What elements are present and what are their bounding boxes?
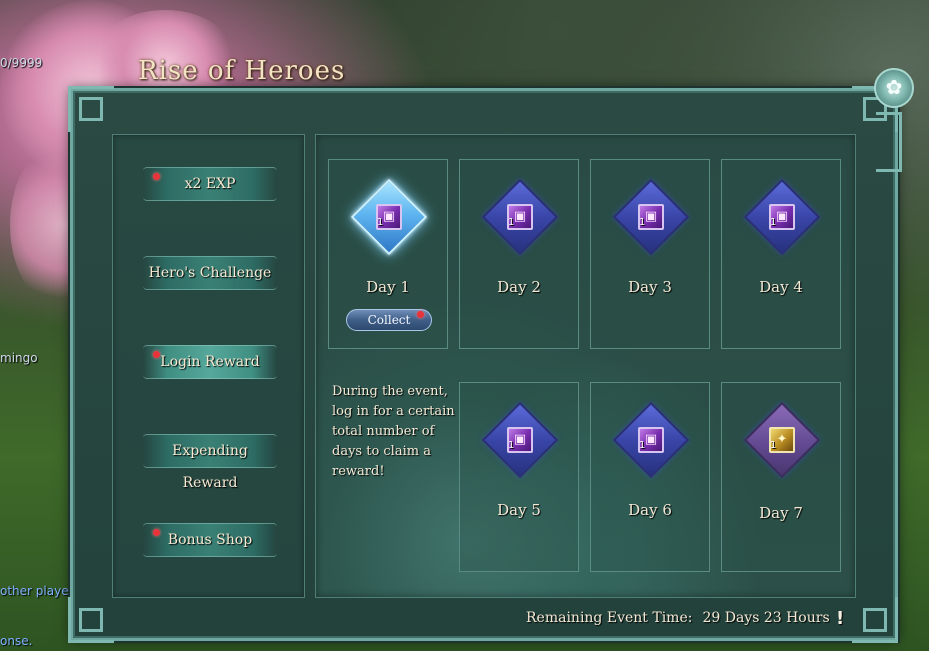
flower-close-icon[interactable]: ✿ [874, 68, 914, 108]
side-ornament [876, 112, 902, 172]
menu-item-label: Bonus Shop [167, 532, 253, 548]
day-label: Day 5 [497, 501, 541, 519]
menu-item-bonus-shop[interactable]: Bonus Shop [143, 523, 277, 557]
collect-label: Collect [367, 313, 411, 327]
collect-button[interactable]: Collect [346, 309, 432, 331]
corner-ornament [852, 597, 898, 643]
remaining-label: Remaining Event Time: [526, 610, 693, 626]
menu-item-label: Expending Reward [172, 443, 248, 491]
item-quantity: 1 [639, 217, 646, 228]
day-card-3[interactable]: ▣ 1 Day 3 [590, 159, 710, 349]
notification-dot [153, 529, 160, 536]
menu-item-heros-challenge[interactable]: Hero's Challenge [143, 256, 277, 290]
day-label: Day 3 [628, 278, 672, 296]
event-menu: x2 EXP Hero's Challenge Login Reward Exp… [112, 134, 305, 598]
corner-ornament [68, 86, 114, 132]
item-quantity: 1 [770, 217, 777, 228]
day-label: Day 1 [366, 278, 410, 296]
day-label: Day 6 [628, 501, 672, 519]
menu-item-login-reward[interactable]: Login Reward [143, 345, 277, 379]
corner-ornament [68, 597, 114, 643]
chat-line: onse. [0, 634, 33, 648]
info-icon[interactable]: ! [836, 608, 844, 629]
menu-item-label: Hero's Challenge [148, 265, 272, 281]
item-quantity: 1 [770, 440, 777, 451]
day-card-5[interactable]: ▣ 1 Day 5 [459, 382, 579, 572]
day-label: Day 2 [497, 278, 541, 296]
day-card-1[interactable]: ▣ 1 Day 1 Collect [328, 159, 448, 349]
menu-item-x2-exp[interactable]: x2 EXP [143, 167, 277, 201]
npc-name[interactable]: mingo [0, 351, 38, 365]
day-card-6[interactable]: ▣ 1 Day 6 [590, 382, 710, 572]
remaining-time: Remaining Event Time: 29 Days 23 Hours [526, 610, 830, 626]
day-card-4[interactable]: ▣ 1 Day 4 [721, 159, 841, 349]
menu-item-expending-reward[interactable]: Expending Reward [143, 434, 277, 491]
item-quantity: 1 [508, 440, 515, 451]
item-quantity: 1 [639, 440, 646, 451]
item-quantity: 1 [508, 217, 515, 228]
day-card-2[interactable]: ▣ 1 Day 2 [459, 159, 579, 349]
notification-dot [417, 311, 424, 318]
menu-item-label: x2 EXP [184, 176, 236, 192]
day-label: Day 7 [759, 504, 803, 522]
notification-dot [153, 351, 160, 358]
day-card-7[interactable]: ✦ 1 Day 7 [721, 382, 841, 572]
chat-line: other player [0, 584, 74, 598]
hp-text: 0/9999 [0, 56, 43, 70]
menu-item-label: Login Reward [160, 354, 260, 370]
item-quantity: 1 [377, 217, 384, 228]
day-label: Day 4 [759, 278, 803, 296]
remaining-value: 29 Days 23 Hours [702, 610, 830, 626]
window-title: Rise of Heroes [138, 56, 346, 86]
notification-dot [153, 173, 160, 180]
event-description: During the event, log in for a certain t… [332, 384, 455, 479]
